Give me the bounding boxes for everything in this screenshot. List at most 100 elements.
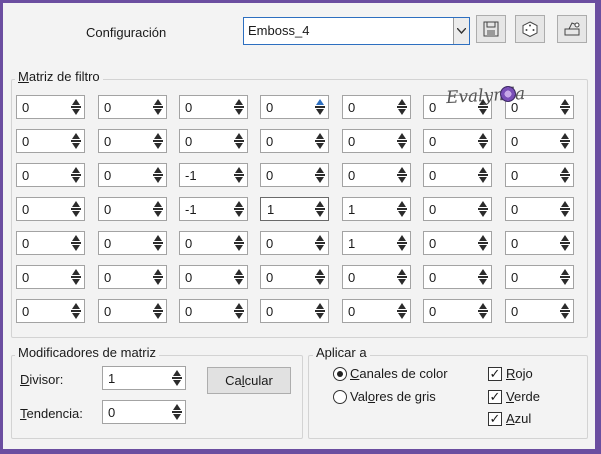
matrix-cell-spinner[interactable]: 0 [16,299,85,323]
spinner-arrows-icon[interactable] [70,234,82,252]
matrix-cell-spinner[interactable]: 0 [505,231,574,255]
spinner-arrows-icon[interactable] [477,268,489,286]
matrix-cell-spinner[interactable]: 0 [98,197,167,221]
spinner-arrows-icon[interactable] [559,98,571,116]
random-preset-button[interactable] [515,15,545,43]
matrix-cell-spinner[interactable]: 0 [342,299,411,323]
matrix-cell-spinner[interactable]: 1 [260,197,329,221]
spinner-arrows-icon[interactable] [152,234,164,252]
spinner-arrows-icon[interactable] [314,132,326,150]
spinner-arrows-icon[interactable] [233,200,245,218]
matrix-cell-spinner[interactable]: 0 [98,231,167,255]
spinner-arrows-icon[interactable] [559,200,571,218]
divisor-spinner[interactable]: 1 [102,366,186,390]
spinner-arrows-icon[interactable] [314,166,326,184]
matrix-cell-spinner[interactable]: 0 [260,95,329,119]
matrix-cell-spinner[interactable]: 0 [342,163,411,187]
matrix-cell-spinner[interactable]: 0 [260,129,329,153]
spinner-arrows-icon[interactable] [152,132,164,150]
spinner-arrows-icon[interactable] [559,166,571,184]
spinner-arrows-icon[interactable] [152,200,164,218]
spinner-arrows-icon[interactable] [314,268,326,286]
matrix-cell-spinner[interactable]: 0 [423,129,492,153]
spinner-arrows-icon[interactable] [233,132,245,150]
spinner-arrows-icon[interactable] [233,98,245,116]
spinner-arrows-icon[interactable] [477,200,489,218]
matrix-cell-spinner[interactable]: 0 [423,197,492,221]
preset-dropdown[interactable]: Emboss_4 [243,17,470,45]
matrix-cell-spinner[interactable]: 0 [179,129,248,153]
matrix-cell-spinner[interactable]: 0 [423,163,492,187]
matrix-cell-spinner[interactable]: 0 [505,197,574,221]
spinner-arrows-icon[interactable] [233,234,245,252]
matrix-cell-spinner[interactable]: 0 [260,163,329,187]
matrix-cell-spinner[interactable]: 0 [98,299,167,323]
matrix-cell-spinner[interactable]: 0 [98,129,167,153]
matrix-cell-spinner[interactable]: -1 [179,163,248,187]
matrix-cell-spinner[interactable]: 0 [505,163,574,187]
matrix-cell-spinner[interactable]: 0 [16,129,85,153]
gray-values-label[interactable]: Valores de gris [350,389,436,404]
matrix-cell-spinner[interactable]: 0 [98,163,167,187]
matrix-cell-spinner[interactable]: 0 [423,299,492,323]
matrix-cell-spinner[interactable]: 0 [342,129,411,153]
matrix-cell-spinner[interactable]: 0 [505,299,574,323]
matrix-cell-spinner[interactable]: 0 [179,95,248,119]
green-label[interactable]: Verde [506,389,540,404]
spinner-arrows-icon[interactable] [559,234,571,252]
matrix-cell-spinner[interactable]: 0 [260,299,329,323]
spinner-arrows-icon[interactable] [233,302,245,320]
spinner-arrows-icon[interactable] [233,166,245,184]
spinner-arrows-icon[interactable] [171,403,183,421]
gray-values-radio[interactable] [333,390,347,404]
matrix-cell-spinner[interactable]: 0 [16,95,85,119]
spinner-arrows-icon[interactable] [396,234,408,252]
spinner-arrows-icon[interactable] [396,166,408,184]
matrix-cell-spinner[interactable]: 0 [98,95,167,119]
blue-label[interactable]: Azul [506,411,531,426]
spinner-arrows-icon[interactable] [70,166,82,184]
spinner-arrows-icon[interactable] [396,200,408,218]
reset-preset-button[interactable] [557,15,587,43]
spinner-arrows-icon[interactable] [314,302,326,320]
bias-spinner[interactable]: 0 [102,400,186,424]
spinner-arrows-icon[interactable] [233,268,245,286]
matrix-cell-spinner[interactable]: 0 [260,265,329,289]
matrix-cell-spinner[interactable]: 0 [423,265,492,289]
spinner-arrows-icon[interactable] [396,98,408,116]
spinner-arrows-icon[interactable] [559,132,571,150]
matrix-cell-spinner[interactable]: 0 [98,265,167,289]
matrix-cell-spinner[interactable]: 0 [16,163,85,187]
spinner-arrows-icon[interactable] [70,98,82,116]
save-preset-button[interactable] [476,15,506,43]
matrix-cell-spinner[interactable]: 1 [342,231,411,255]
spinner-arrows-icon[interactable] [70,132,82,150]
matrix-cell-spinner[interactable]: 0 [505,129,574,153]
spinner-arrows-icon[interactable] [314,234,326,252]
spinner-arrows-icon[interactable] [477,234,489,252]
matrix-cell-spinner[interactable]: 0 [260,231,329,255]
spinner-arrows-icon[interactable] [396,268,408,286]
spinner-arrows-icon[interactable] [152,166,164,184]
matrix-cell-spinner[interactable]: 0 [16,197,85,221]
spinner-arrows-icon[interactable] [396,302,408,320]
spinner-arrows-icon[interactable] [171,369,183,387]
green-checkbox[interactable]: ✓ [488,390,502,404]
color-channels-radio[interactable] [333,367,347,381]
spinner-arrows-icon[interactable] [396,132,408,150]
matrix-cell-spinner[interactable]: -1 [179,197,248,221]
spinner-arrows-icon[interactable] [70,268,82,286]
spinner-arrows-icon[interactable] [152,268,164,286]
calculate-button[interactable]: Calcular [207,367,291,394]
spinner-arrows-icon[interactable] [559,302,571,320]
matrix-cell-spinner[interactable]: 0 [423,231,492,255]
spinner-arrows-icon[interactable] [314,98,326,116]
matrix-cell-spinner[interactable]: 0 [16,231,85,255]
spinner-arrows-icon[interactable] [477,166,489,184]
spinner-arrows-icon[interactable] [152,98,164,116]
matrix-cell-spinner[interactable]: 0 [342,95,411,119]
chevron-down-icon[interactable] [453,18,469,44]
blue-checkbox[interactable]: ✓ [488,412,502,426]
red-checkbox[interactable]: ✓ [488,367,502,381]
matrix-cell-spinner[interactable]: 0 [505,265,574,289]
